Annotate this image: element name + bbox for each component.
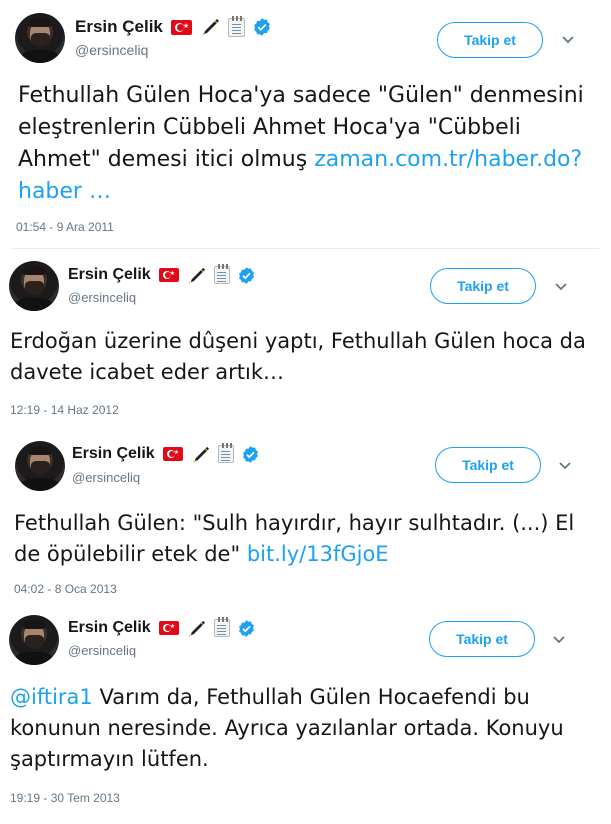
chevron-down-icon[interactable] — [552, 635, 566, 645]
tweet-text: @iftira1 Varım da, Fethullah Gülen Hocae… — [10, 682, 595, 775]
tweet-4: Ersin Çelik ★ @ersinceliq Takip et @ifti… — [0, 605, 611, 824]
tweet-text: Fethullah Gülen Hoca'ya sadece "Gülen" d… — [18, 80, 598, 208]
verified-badge-icon — [242, 445, 258, 463]
tweet-body: Varım da, Fethullah Gülen Hocaefendi bu … — [10, 685, 564, 771]
author-name[interactable]: Ersin Çelik — [68, 266, 151, 284]
follow-button[interactable]: Takip et — [435, 447, 541, 483]
avatar[interactable] — [9, 615, 59, 665]
avatar[interactable] — [15, 13, 65, 63]
follow-button[interactable]: Takip et — [430, 268, 536, 304]
follow-button[interactable]: Takip et — [437, 22, 543, 58]
verified-badge-icon — [254, 18, 270, 36]
verified-badge-icon — [238, 266, 254, 284]
turkey-flag-icon: ★ — [158, 268, 179, 282]
turkey-flag-icon: ★ — [170, 19, 192, 35]
author-handle[interactable]: @ersinceliq — [68, 643, 136, 658]
spiral-notepad-icon — [213, 264, 230, 284]
spiral-notepad-icon — [227, 15, 245, 37]
chevron-down-icon[interactable] — [558, 461, 572, 471]
fountain-pen-icon — [201, 19, 219, 36]
tweet-timestamp[interactable]: 12:19 - 14 Haz 2012 — [10, 403, 119, 417]
chevron-down-icon[interactable] — [561, 35, 575, 45]
tweet-timestamp[interactable]: 04:02 - 8 Oca 2013 — [14, 582, 117, 596]
chevron-down-icon[interactable] — [554, 282, 568, 292]
author-handle[interactable]: @ersinceliq — [75, 42, 148, 58]
tweet-mention[interactable]: @iftira1 — [10, 685, 93, 709]
tweet-2: Ersin Çelik ★ @ersinceliq Takip et Erdoğ… — [0, 250, 611, 430]
spiral-notepad-icon — [213, 617, 230, 637]
author-handle[interactable]: @ersinceliq — [72, 470, 140, 485]
tweet-timestamp[interactable]: 01:54 - 9 Ara 2011 — [16, 220, 114, 234]
tweet-timestamp[interactable]: 19:19 - 30 Tem 2013 — [10, 791, 120, 805]
tweet-text: Fethullah Gülen: "Sulh hayırdır, hayır s… — [14, 508, 599, 570]
tweet-body: Erdoğan üzerine dûşeni yaptı, Fethullah … — [10, 329, 586, 384]
author-name[interactable]: Ersin Çelik — [72, 445, 155, 463]
verified-badge-icon — [238, 619, 254, 637]
fountain-pen-icon — [188, 620, 205, 637]
spiral-notepad-icon — [217, 443, 234, 463]
divider — [12, 248, 599, 249]
turkey-flag-icon: ★ — [158, 621, 179, 635]
author-name[interactable]: Ersin Çelik — [75, 17, 163, 37]
tweet-3: Ersin Çelik ★ @ersinceliq Takip et Fethu… — [0, 430, 611, 605]
fountain-pen-icon — [188, 267, 205, 284]
fountain-pen-icon — [192, 446, 209, 463]
author-name[interactable]: Ersin Çelik — [68, 619, 151, 637]
author-handle[interactable]: @ersinceliq — [68, 290, 136, 305]
avatar[interactable] — [9, 261, 59, 311]
avatar[interactable] — [15, 441, 65, 491]
turkey-flag-icon: ★ — [162, 447, 183, 461]
follow-button[interactable]: Takip et — [429, 621, 535, 657]
tweet-link[interactable]: bit.ly/13fGjoE — [247, 542, 389, 566]
tweet-text: Erdoğan üzerine dûşeni yaptı, Fethullah … — [10, 326, 595, 388]
tweet-1: Ersin Çelik ★ @ersinceliq Takip et Fethu… — [0, 0, 611, 250]
